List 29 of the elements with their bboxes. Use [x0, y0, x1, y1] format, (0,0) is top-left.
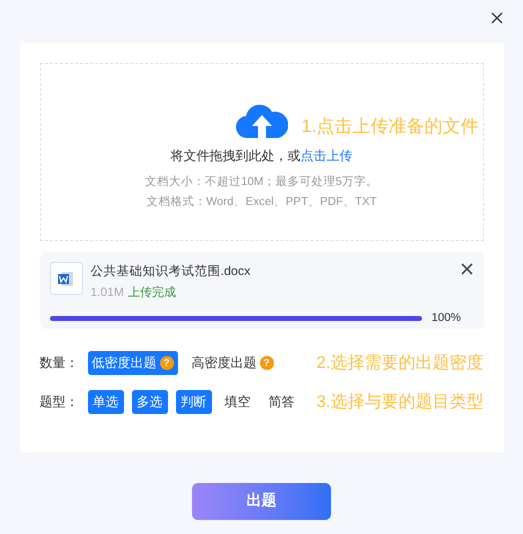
- type-label: 题型：: [40, 393, 80, 412]
- help-icon: ?: [260, 356, 274, 370]
- question-type-option[interactable]: 单选: [88, 390, 124, 414]
- upload-status: 上传完成: [128, 284, 176, 301]
- close-icon: [491, 12, 503, 24]
- file-name: 公共基础知识考试范围.docx: [90, 263, 250, 280]
- question-type-option[interactable]: 简答: [264, 390, 300, 414]
- drop-prompt: 将文件拖拽到此处，或: [170, 147, 300, 165]
- density-option[interactable]: 低密度出题 ?: [88, 351, 178, 375]
- close-icon: [460, 263, 472, 275]
- remove-file-button[interactable]: [460, 262, 474, 276]
- hint-text: 文档大小：不超过10M；最多可处理5万字。: [145, 174, 378, 190]
- type-annotation: 3.选择与要的题目类型: [316, 391, 484, 414]
- help-icon: ?: [160, 356, 174, 370]
- question-type-option[interactable]: 多选: [132, 390, 168, 414]
- hint-text: 文档格式：Word、Excel、PPT、PDF、TXT: [146, 194, 377, 210]
- density-annotation: 2.选择需要的出题密度: [316, 352, 484, 374]
- question-type-option[interactable]: 判断: [176, 390, 212, 414]
- density-option[interactable]: 高密度出题 ?: [188, 351, 278, 375]
- upload-link[interactable]: 点击上传: [300, 146, 352, 166]
- cloud-upload-icon: [236, 102, 288, 140]
- dropzone-annotation: 1.点击上传准备的文件: [302, 115, 479, 138]
- submit-button[interactable]: 出题: [192, 483, 331, 520]
- word-file-icon: [50, 262, 82, 295]
- close-button[interactable]: [489, 10, 505, 26]
- file-size: 1.01M: [90, 284, 124, 301]
- density-label: 数量：: [40, 354, 80, 372]
- question-type-option[interactable]: 填空: [220, 390, 256, 414]
- progress-percent: 100%: [432, 310, 461, 326]
